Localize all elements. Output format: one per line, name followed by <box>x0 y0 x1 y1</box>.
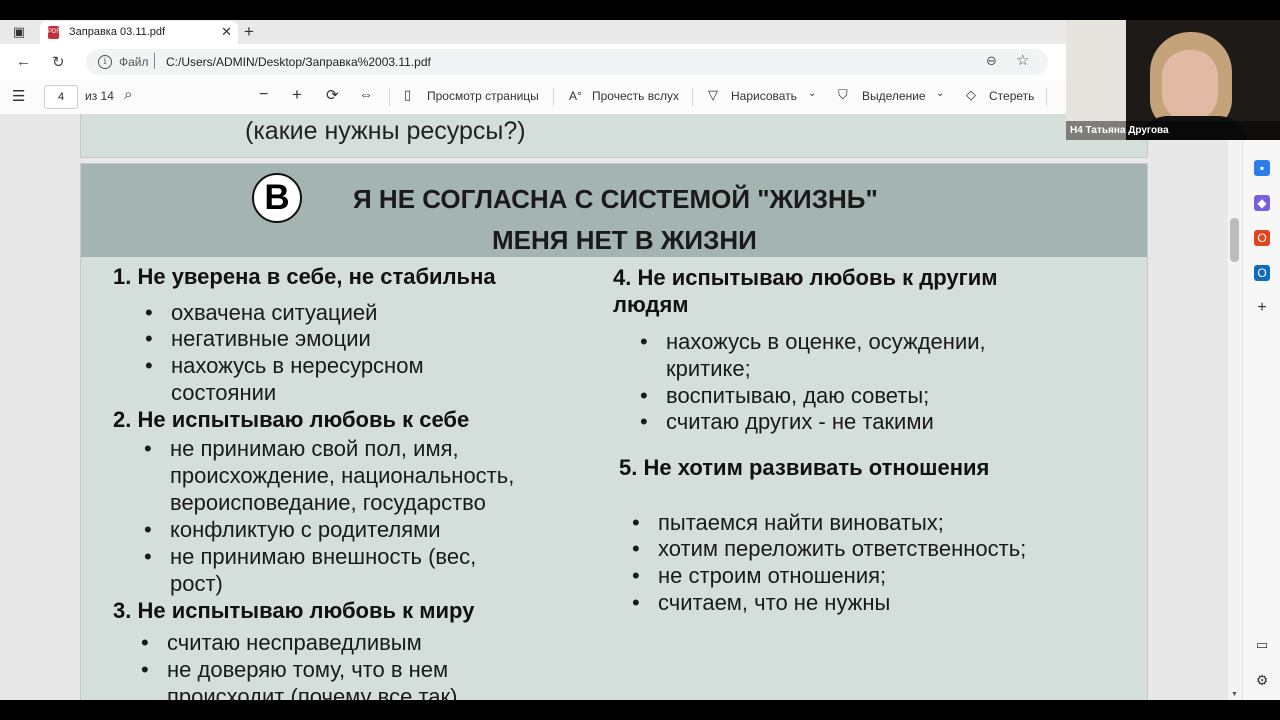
settings-icon[interactable]: ⚙ <box>1254 672 1270 688</box>
bullet-icon: • <box>145 353 153 378</box>
scroll-down-icon[interactable]: ▼ <box>1231 691 1238 698</box>
toolbar-divider <box>389 88 390 106</box>
bottom-black-bar <box>0 700 1280 720</box>
document-viewport[interactable]: (какие нужны ресурсы?) В Я НЕ СОГЛАСНА С… <box>0 114 1242 700</box>
top-black-bar <box>0 0 1280 20</box>
add-icon[interactable]: + <box>1254 300 1270 316</box>
toolbar-divider <box>553 88 554 106</box>
tab-title: Заправка 03.11.pdf <box>69 26 166 38</box>
section-heading: 3. Не испытываю любовь к миру <box>113 598 475 623</box>
previous-page: (какие нужны ресурсы?) <box>80 114 1148 158</box>
section-heading: 2. Не испытываю любовь к себе <box>113 407 470 432</box>
bullet-icon: • <box>640 383 648 408</box>
bullet-icon: • <box>640 409 648 434</box>
toolbar-divider <box>692 88 693 106</box>
outlook-icon[interactable]: O <box>1254 265 1270 281</box>
list-item: • негативные эмоции <box>145 326 371 351</box>
slide-title-line2: МЕНЯ НЕТ В ЖИЗНИ <box>492 225 757 255</box>
list-item: • конфликтую с родителями <box>144 517 441 542</box>
bullet-icon: • <box>145 326 153 351</box>
office-icon[interactable]: O <box>1254 230 1270 246</box>
eraser-icon: ◇ <box>966 87 976 102</box>
section-heading: 1. Не уверена в себе, не стабильна <box>113 264 496 289</box>
tab-actions-icon[interactable]: ▣ <box>9 23 29 41</box>
list-item: • не строим отношения; <box>632 563 887 588</box>
zoom-in-icon[interactable]: + <box>292 85 302 105</box>
draw-button[interactable]: Нарисовать <box>731 89 797 103</box>
video-call-overlay[interactable]: Н4 Татьяна Другова <box>1066 20 1280 140</box>
pdf-file-icon: PDF <box>48 26 60 39</box>
scrollbar-thumb[interactable] <box>1230 218 1239 262</box>
toolbar-divider <box>1046 88 1047 106</box>
section-badge: В <box>252 173 302 223</box>
contents-icon[interactable]: ☰ <box>12 87 25 105</box>
edge-sidebar: ▪ ◆ O O + ▭ ⚙ <box>1242 140 1280 700</box>
fit-page-icon[interactable]: ⇔ <box>359 86 373 102</box>
favorite-icon[interactable]: ☆ <box>1016 51 1029 69</box>
chevron-down-icon[interactable]: ⌄ <box>808 88 816 99</box>
participant-name: Н4 Татьяна Другова <box>1066 121 1280 140</box>
back-icon[interactable]: ← <box>16 53 31 70</box>
participant-face <box>1162 50 1218 122</box>
highlight-icon: ⛉ <box>838 87 848 102</box>
list-item: • воспитываю, даю советы; <box>640 383 930 408</box>
list-item: • не принимаю внешность (вес, рост) <box>144 544 477 596</box>
list-item: • не принимаю свой пол, имя, происхождени… <box>144 436 515 515</box>
info-icon[interactable]: i <box>98 55 112 69</box>
bullet-icon: • <box>632 563 640 588</box>
list-item: • считаю несправедливым <box>141 630 422 655</box>
slide-header: В Я НЕ СОГЛАСНА С СИСТЕМОЙ "ЖИЗНЬ" МЕНЯ … <box>81 164 1147 257</box>
list-item: • не доверяю тому, что в нем происходит (… <box>141 657 458 700</box>
address-bar[interactable]: i Файл C:/Users/ADMIN/Desktop/Заправка%2… <box>86 49 1048 75</box>
bullet-icon: • <box>141 630 149 655</box>
search-icon[interactable]: ⌕ <box>124 86 132 103</box>
bullet-icon: • <box>640 329 648 354</box>
bullet-icon: • <box>141 657 149 682</box>
address-url[interactable]: C:/Users/ADMIN/Desktop/Заправка%2003.11.… <box>166 55 431 69</box>
briefcase-icon[interactable]: ▪ <box>1254 160 1270 176</box>
zoom-icon[interactable]: ⊖ <box>986 53 997 69</box>
rotate-icon[interactable]: ⟳ <box>326 86 339 104</box>
slide-page: В Я НЕ СОГЛАСНА С СИСТЕМОЙ "ЖИЗНЬ" МЕНЯ … <box>80 163 1148 700</box>
section-heading: 5. Не хотим развивать отношения <box>619 455 990 480</box>
zoom-out-icon[interactable]: − <box>259 86 268 104</box>
previous-page-text: (какие нужны ресурсы?) <box>245 117 526 145</box>
list-item: • нахожусь в нересурсном состоянии <box>145 353 424 405</box>
new-tab-icon[interactable]: + <box>244 22 254 42</box>
section-heading: 4. Не испытываю любовь к другим людям <box>613 265 998 317</box>
bullet-icon: • <box>144 436 152 461</box>
page-number-input[interactable]: 4 <box>44 85 78 109</box>
bullet-icon: • <box>632 510 640 535</box>
read-aloud-icon: A° <box>569 89 582 103</box>
address-separator <box>154 53 155 69</box>
page-view-button[interactable]: Просмотр страницы <box>427 89 539 103</box>
slide-title-line1: Я НЕ СОГЛАСНА С СИСТЕМОЙ "ЖИЗНЬ" <box>353 184 878 214</box>
bullet-icon: • <box>144 544 152 569</box>
address-scheme-label: Файл <box>119 55 149 69</box>
list-item: • пытаемся найти виноватых; <box>632 510 944 535</box>
read-aloud-button[interactable]: Прочесть вслух <box>592 89 679 103</box>
list-item: • охвачена ситуацией <box>145 300 378 325</box>
close-tab-icon[interactable]: ✕ <box>221 24 232 40</box>
page-view-icon: ▯ <box>404 87 412 102</box>
page-total: из 14 <box>85 89 114 103</box>
bullet-icon: • <box>632 590 640 615</box>
list-item: • считаю других - не такими <box>640 409 934 434</box>
list-item: • хотим переложить ответственность; <box>632 536 1027 561</box>
draw-icon: ▽ <box>708 87 718 102</box>
highlight-button[interactable]: Выделение <box>862 89 926 103</box>
bullet-icon: • <box>144 517 152 542</box>
list-item: • нахожусь в оценке, осуждении, критике; <box>640 329 986 381</box>
browser-tab[interactable]: PDF Заправка 03.11.pdf ✕ <box>40 21 238 45</box>
list-item: • считаем, что не нужны <box>632 590 891 615</box>
sidebar-toggle-icon[interactable]: ▭ <box>1254 637 1270 653</box>
erase-button[interactable]: Стереть <box>989 89 1034 103</box>
refresh-icon[interactable]: ↻ <box>52 53 65 71</box>
bullet-icon: • <box>632 536 640 561</box>
chevron-down-icon[interactable]: ⌄ <box>936 88 944 99</box>
vertical-scrollbar[interactable]: ▲ ▼ <box>1228 114 1242 700</box>
copilot-icon[interactable]: ◆ <box>1254 195 1270 211</box>
bullet-icon: • <box>145 300 153 325</box>
